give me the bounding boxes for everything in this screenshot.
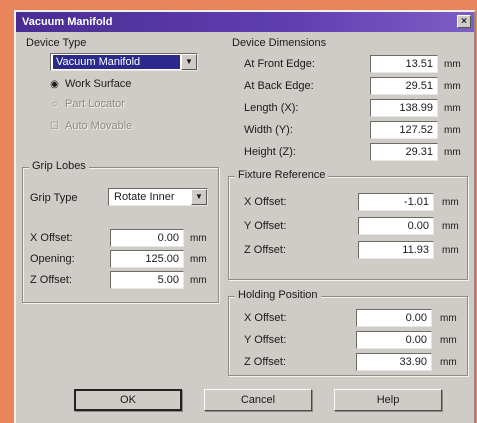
cancel-button[interactable]: Cancel: [204, 389, 312, 411]
hold-y-offset-label: Y Offset:: [244, 334, 287, 346]
ref-z-offset-input[interactable]: 11.93: [358, 241, 434, 259]
checkbox-icon: ☐: [50, 121, 59, 132]
ref-z-offset-label: Z Offset:: [244, 244, 286, 256]
dim-back-edge-unit: mm: [444, 81, 461, 92]
hold-x-offset-unit: mm: [440, 313, 457, 324]
grip-z-offset-input[interactable]: 5.00: [110, 271, 184, 289]
dim-height-unit: mm: [444, 147, 461, 158]
radio-work-surface[interactable]: ◉ Work Surface: [50, 78, 131, 90]
dim-width-label: Width (Y):: [244, 124, 293, 136]
ref-x-offset-unit: mm: [442, 197, 459, 208]
grip-x-offset-label: X Offset:: [30, 232, 73, 244]
dim-front-edge-input[interactable]: 13.51: [370, 55, 438, 73]
checkbox-auto-movable-label: Auto Movable: [65, 120, 133, 132]
grip-type-value: Rotate Inner: [114, 191, 175, 203]
chevron-down-icon[interactable]: ▼: [191, 189, 207, 205]
radio-empty-icon: ○: [51, 99, 58, 110]
device-type-dropdown[interactable]: Vacuum Manifold ▼: [50, 53, 198, 71]
hold-y-offset-input[interactable]: 0.00: [356, 331, 432, 349]
hold-z-offset-input[interactable]: 33.90: [356, 353, 432, 371]
grip-z-offset-unit: mm: [190, 275, 207, 286]
grip-type-label: Grip Type: [30, 192, 78, 204]
radio-part-locator-label: Part Locator: [65, 98, 125, 110]
close-icon[interactable]: ×: [457, 15, 471, 28]
grip-type-dropdown[interactable]: Rotate Inner ▼: [108, 188, 208, 206]
dim-length-label: Length (X):: [244, 102, 299, 114]
chevron-down-icon[interactable]: ▼: [181, 54, 197, 70]
dim-back-edge-input[interactable]: 29.51: [370, 77, 438, 95]
dim-length-unit: mm: [444, 103, 461, 114]
grip-lobes-title: Grip Lobes: [29, 160, 89, 172]
grip-opening-input[interactable]: 125.00: [110, 250, 184, 268]
checkbox-auto-movable[interactable]: ☐ Auto Movable: [50, 120, 132, 132]
grip-x-offset-input[interactable]: 0.00: [110, 229, 184, 247]
grip-opening-unit: mm: [190, 254, 207, 265]
grip-z-offset-label: Z Offset:: [30, 274, 72, 286]
help-button[interactable]: Help: [334, 389, 442, 411]
ok-button[interactable]: OK: [74, 389, 182, 411]
ref-x-offset-input[interactable]: -1.01: [358, 193, 434, 211]
ref-x-offset-label: X Offset:: [244, 196, 287, 208]
radio-selected-icon: ◉: [50, 79, 59, 90]
dim-width-unit: mm: [444, 125, 461, 136]
dim-height-label: Height (Z):: [244, 146, 296, 158]
hold-y-offset-unit: mm: [440, 335, 457, 346]
ref-y-offset-input[interactable]: 0.00: [358, 217, 434, 235]
dialog-window: Vacuum Manifold × Device Type Vacuum Man…: [14, 10, 476, 423]
window-title: Vacuum Manifold: [22, 16, 113, 28]
grip-x-offset-unit: mm: [190, 233, 207, 244]
title-bar[interactable]: Vacuum Manifold ×: [16, 12, 474, 32]
device-type-value: Vacuum Manifold: [53, 55, 180, 69]
reference-title: Fixture Reference: [235, 169, 329, 181]
hold-z-offset-label: Z Offset:: [244, 356, 286, 368]
ref-z-offset-unit: mm: [442, 245, 459, 256]
dim-back-edge-label: At Back Edge:: [244, 80, 314, 92]
dim-front-edge-unit: mm: [444, 59, 461, 70]
device-dimensions-heading: Device Dimensions: [232, 37, 327, 49]
hold-z-offset-unit: mm: [440, 357, 457, 368]
ref-y-offset-unit: mm: [442, 221, 459, 232]
dim-front-edge-label: At Front Edge:: [244, 58, 315, 70]
device-type-heading: Device Type: [26, 37, 87, 49]
radio-work-surface-label: Work Surface: [65, 78, 132, 90]
hold-x-offset-label: X Offset:: [244, 312, 287, 324]
holding-position-title: Holding Position: [235, 289, 321, 301]
grip-opening-label: Opening:: [30, 253, 75, 265]
dim-height-input[interactable]: 29.31: [370, 143, 438, 161]
hold-x-offset-input[interactable]: 0.00: [356, 309, 432, 327]
radio-part-locator[interactable]: ○ Part Locator: [50, 98, 125, 110]
dim-length-input[interactable]: 138.99: [370, 99, 438, 117]
ref-y-offset-label: Y Offset:: [244, 220, 287, 232]
dim-width-input[interactable]: 127.52: [370, 121, 438, 139]
